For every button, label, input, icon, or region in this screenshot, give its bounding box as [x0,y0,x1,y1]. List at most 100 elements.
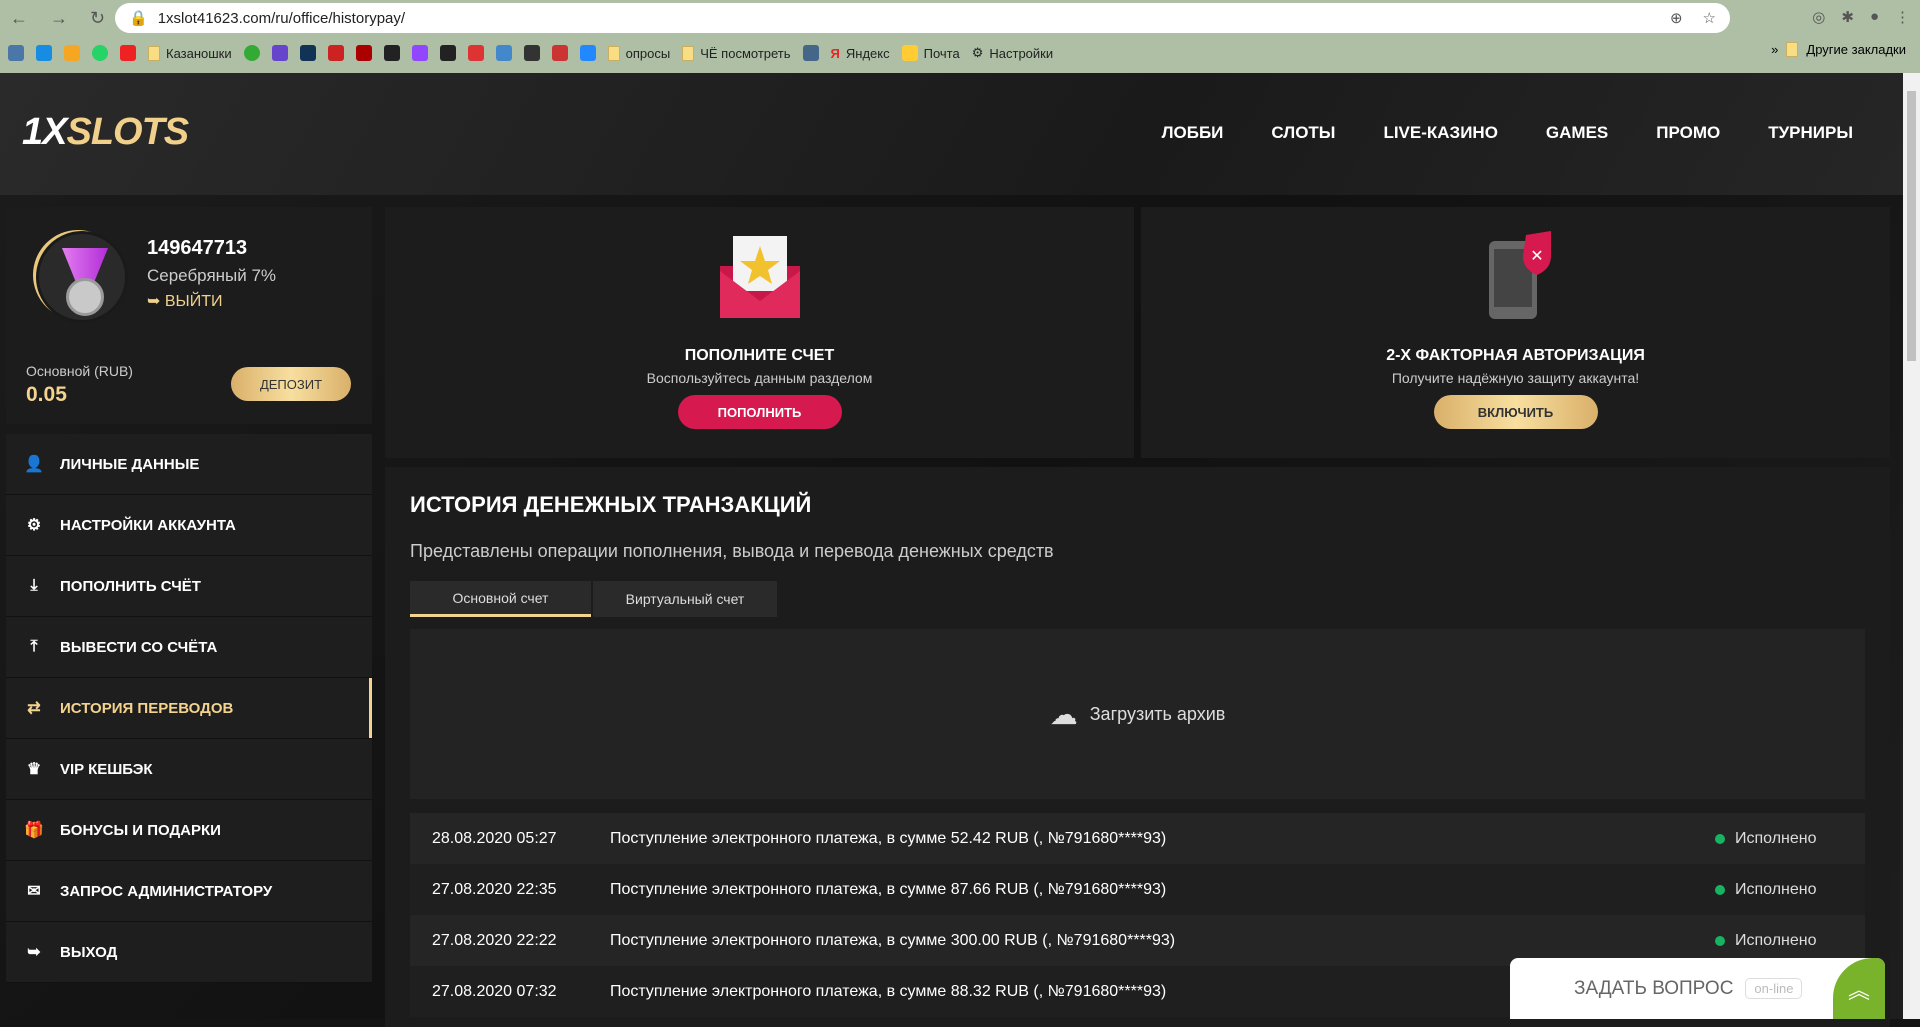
menu-vip-cashback[interactable]: ♛ VIP КЕШБЭК [6,739,372,800]
medal-icon [36,231,128,323]
top-up-button[interactable]: ПОПОЛНИТЬ [677,395,842,429]
row-date: 27.08.2020 22:22 [432,931,557,949]
logout-icon: ➥ [147,293,165,310]
bookmark-label: Яндекс [845,45,890,61]
status-dot-icon [1715,935,1725,946]
mail-icon [901,45,918,61]
download-icon: ⤓ [30,577,38,594]
bookmark-folder[interactable]: ЧЁ посмотреть [682,45,791,61]
menu-transfer-history[interactable]: ⇄ ИСТОРИЯ ПЕРЕВОДОВ [6,678,372,739]
youtube-icon[interactable] [120,45,136,61]
bookmark-icon[interactable] [271,45,288,61]
gear-icon: ⚙ [971,45,984,60]
other-bookmarks[interactable]: Другие закладки [1806,42,1906,57]
zoom-icon[interactable]: ⊕ [1670,9,1683,27]
scrollbar[interactable] [1903,73,1920,1019]
nav-promo[interactable]: ПРОМО [1656,123,1720,143]
twitch-icon[interactable] [411,45,428,61]
status-dot-icon [1715,833,1725,844]
menu-label: ИСТОРИЯ ПЕРЕВОДОВ [60,699,234,717]
bookmark-label: Казаношки [166,45,232,61]
bookmark-icon[interactable] [327,45,344,61]
balance-value: 0.05 [26,383,67,406]
row-date: 27.08.2020 22:35 [432,880,557,898]
menu-account-settings[interactable]: ⚙ НАСТРОЙКИ АККАУНТА [6,495,372,556]
menu-bonuses[interactable]: 🎁 БОНУСЫ И ПОДАРКИ [6,800,372,861]
bookmark-icon[interactable] [64,45,80,61]
menu-deposit[interactable]: ⤓ ПОПОЛНИТЬ СЧЁТ [6,556,372,617]
bookmark-label: ЧЁ посмотреть [700,45,791,61]
status-label: Исполнено [1735,931,1817,949]
bookmark-label: опросы [625,45,671,61]
bookmark-yandex[interactable]: Я Яндекс [831,46,890,61]
row-date: 28.08.2020 05:27 [432,829,557,847]
enable-2fa-button[interactable]: ВКЛЮЧИТЬ [1433,395,1598,429]
more-bookmarks-button[interactable]: » [1771,42,1778,57]
profile-icon[interactable]: ● [1870,8,1879,26]
star-icon[interactable]: ☆ [1703,9,1716,27]
account-menu: 👤 ЛИЧНЫЕ ДАННЫЕ ⚙ НАСТРОЙКИ АККАУНТА ⤓ ПОПО… [6,434,372,983]
address-bar[interactable]: 🔒 1xslot41623.com/ru/office/historypay/ ⊕… [115,3,1730,33]
bookmark-icon[interactable] [467,45,484,61]
bookmark-icon[interactable] [355,45,372,61]
bookmark-folder[interactable]: Казаношки [148,45,232,61]
download-archive-button[interactable]: ☁ Загрузить архив [410,629,1865,799]
status-label: Исполнено [1735,880,1817,898]
puzzle-icon[interactable]: ✱ [1841,8,1854,26]
bookmark-icon[interactable] [523,45,540,61]
gift-icon: 🎁 [24,822,44,839]
back-icon[interactable]: ← [10,8,28,29]
nav-slots[interactable]: СЛОТЫ [1271,123,1335,143]
menu-admin-request[interactable]: ✉ ЗАПРОС АДМИНИСТРАТОРУ [6,861,372,922]
site-header: 1XSLOTS ЛОББИ СЛОТЫ LIVE-КАЗИНО GAMES ПР… [0,73,1903,195]
bookmark-icon[interactable] [383,45,400,61]
archive-label: Загрузить архив [1089,703,1226,724]
page: 1XSLOTS ЛОББИ СЛОТЫ LIVE-КАЗИНО GAMES ПР… [0,73,1903,1027]
row-description: Поступление электронного платежа, в сумм… [610,880,1167,898]
menu-label: ПОПОЛНИТЬ СЧЁТ [60,577,201,595]
row-status: Исполнено [1715,881,1865,899]
ask-question-widget[interactable]: ЗАДАТЬ ВОПРОС on-line ︽ [1510,958,1885,1019]
nav-live-casino[interactable]: LIVE-КАЗИНО [1383,123,1497,143]
whatsapp-icon[interactable] [92,45,108,61]
browser-chrome: ← → ↻ 🔒 1xslot41623.com/ru/office/historypa… [0,0,1920,73]
main-nav: ЛОББИ СЛОТЫ LIVE-КАЗИНО GAMES ПРОМО ТУРН… [1162,123,1853,143]
extension-icon[interactable]: ◎ [1812,8,1825,26]
tab-virtual-account[interactable]: Виртуальный счет [593,581,777,617]
account-id: 149647713 [147,237,248,259]
nav-tournaments[interactable]: ТУРНИРЫ [1768,123,1853,143]
menu-withdraw[interactable]: ⤒ ВЫВЕСТИ СО СЧЁТА [6,617,372,678]
bookmark-settings[interactable]: ⚙ Настройки [972,45,1053,61]
status-dot-icon [1715,884,1725,895]
menu-personal-data[interactable]: 👤 ЛИЧНЫЕ ДАННЫЕ [6,434,372,495]
tab-main-account[interactable]: Основной счет [410,581,591,617]
bookmark-folder[interactable]: опросы [607,45,671,61]
mail-icon[interactable] [36,45,52,61]
profile-card: 149647713 Серебряный 7% ➥ ВЫЙТИ Основной… [6,207,372,424]
menu-exit[interactable]: ➥ ВЫХОД [6,922,372,983]
reload-icon[interactable]: ↻ [90,8,105,29]
nav-games[interactable]: GAMES [1546,123,1608,143]
row-status: Исполнено [1715,932,1865,950]
nav-lobby[interactable]: ЛОББИ [1162,123,1224,143]
chevrons-up-icon[interactable]: ︽ [1833,958,1885,1019]
logo[interactable]: 1XSLOTS [22,111,189,154]
logout-link[interactable]: ➥ ВЫЙТИ [147,291,222,311]
envelope-star-icon [719,236,800,318]
bookmark-icon[interactable] [243,45,260,61]
bookmark-icon[interactable] [802,45,819,61]
bookmark-icon[interactable] [579,45,596,61]
bookmark-icon[interactable] [439,45,456,61]
scrollbar-thumb[interactable] [1907,91,1916,361]
row-description: Поступление электронного платежа, в сумм… [610,829,1167,847]
bookmark-icon[interactable] [551,45,568,61]
bookmark-icon[interactable] [495,45,512,61]
bookmarks-bar: Казаношки опросы ЧЁ посмотреть Я Яндекс П… [8,42,1053,64]
deposit-button[interactable]: ДЕПОЗИТ [231,367,351,401]
bookmark-icon[interactable] [299,45,316,61]
menu-icon[interactable]: ⋮ [1895,8,1910,26]
bookmark-mail[interactable]: Почта [901,45,960,61]
folder-icon [1786,42,1799,57]
vk-icon[interactable] [8,45,24,61]
forward-icon[interactable]: → [50,8,68,29]
